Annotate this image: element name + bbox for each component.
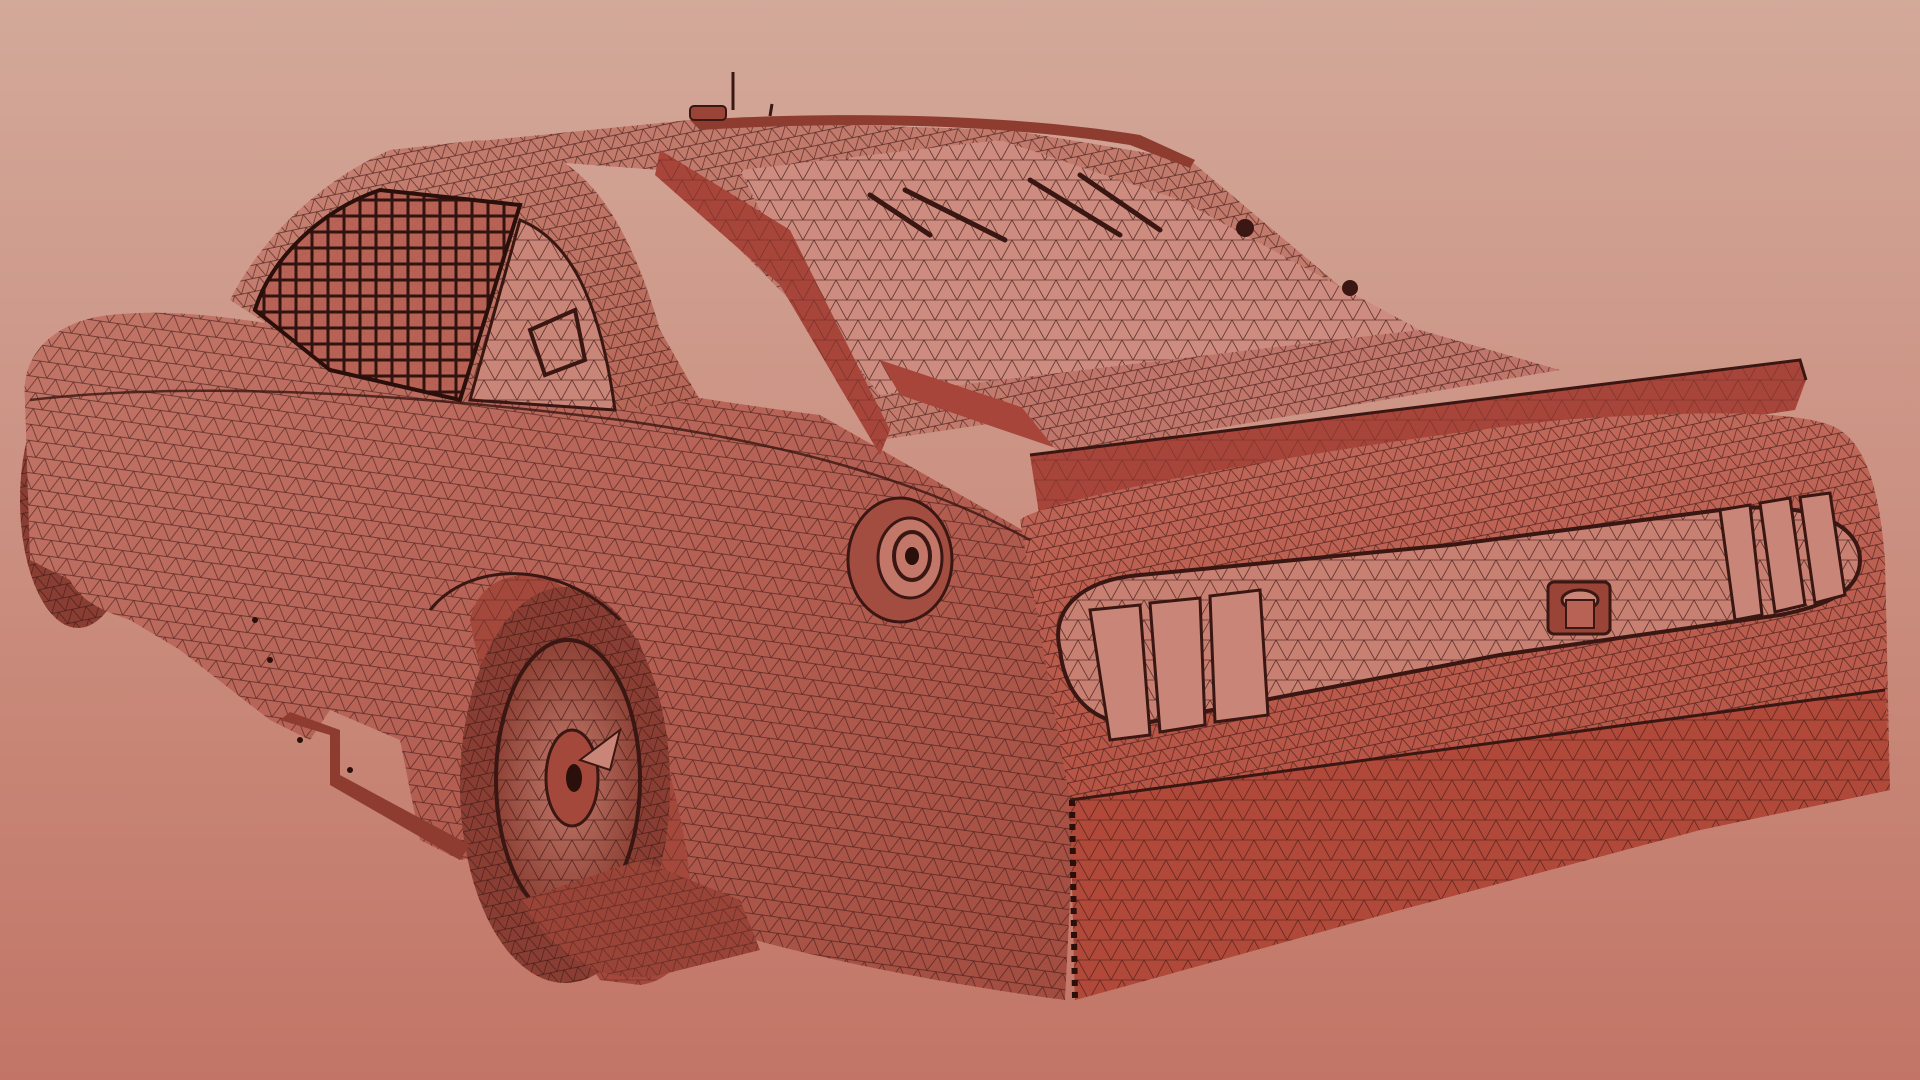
- car-wireframe-icon: [0, 0, 1920, 1080]
- side-fuel-port: [846, 496, 954, 624]
- right-taillights: [1718, 491, 1847, 622]
- left-taillights: [1088, 588, 1270, 742]
- fuel-cap-icon: [1546, 580, 1612, 636]
- render-viewport: [0, 0, 1920, 1080]
